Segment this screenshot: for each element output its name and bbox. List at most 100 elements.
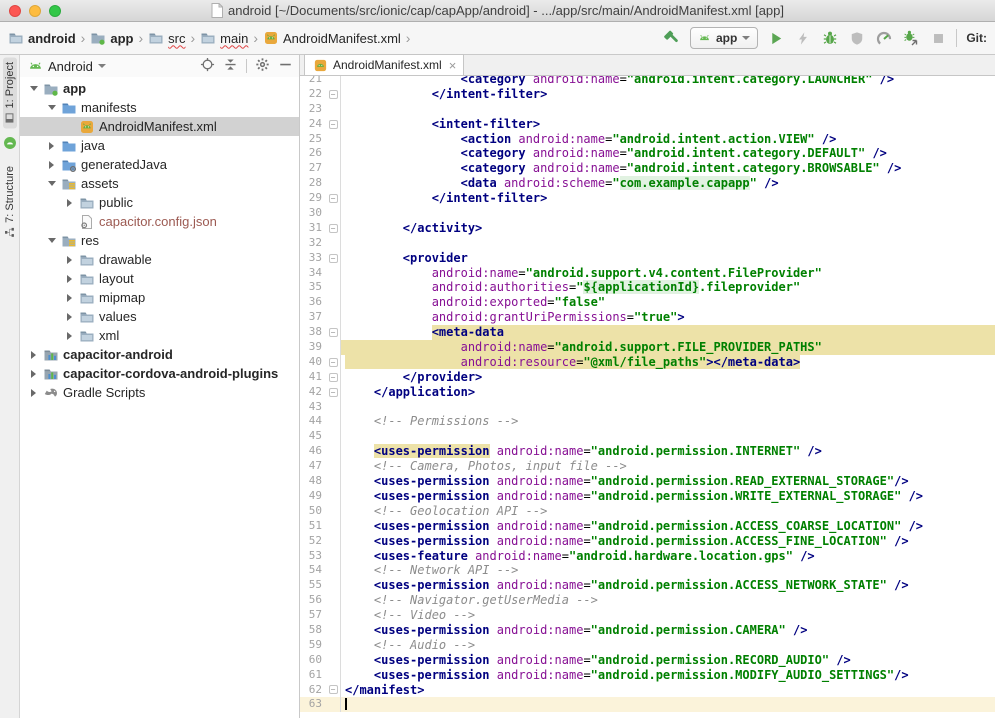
tree-collapsed-arrow-icon[interactable] [64, 199, 75, 207]
tree-item-java[interactable]: java [20, 136, 299, 155]
tree-item-AndroidManifest.xml[interactable]: AndroidManifest.xml [20, 117, 299, 136]
tree-collapsed-arrow-icon[interactable] [64, 313, 75, 321]
code-line-57[interactable]: 57 <!-- Video --> [300, 608, 995, 623]
tree-item-drawable[interactable]: drawable [20, 250, 299, 269]
code-editor[interactable]: 21 <category android:name="android.inten… [300, 76, 995, 718]
fold-marker-icon[interactable]: − [326, 370, 341, 385]
minimize-window-button[interactable] [29, 5, 41, 17]
code-line-24[interactable]: 24− <intent-filter> [300, 117, 995, 132]
fold-marker-icon[interactable]: − [326, 325, 341, 340]
fold-marker-icon[interactable]: − [326, 191, 341, 206]
code-line-51[interactable]: 51 <uses-permission android:name="androi… [300, 519, 995, 534]
code-line-38[interactable]: 38− <meta-data [300, 325, 995, 340]
close-tab-icon[interactable]: × [447, 59, 457, 72]
editor-tab[interactable]: AndroidManifest.xml × [304, 54, 464, 75]
code-line-56[interactable]: 56 <!-- Navigator.getUserMedia --> [300, 593, 995, 608]
code-line-33[interactable]: 33− <provider [300, 251, 995, 266]
code-line-27[interactable]: 27 <category android:name="android.inten… [300, 161, 995, 176]
tree-collapsed-arrow-icon[interactable] [28, 351, 39, 359]
collapse-all-button[interactable] [223, 57, 238, 75]
fold-marker-icon[interactable]: − [326, 117, 341, 132]
code-line-37[interactable]: 37 android:grantUriPermissions="true"> [300, 310, 995, 325]
code-line-46[interactable]: 46 <uses-permission android:name="androi… [300, 444, 995, 459]
gear-icon[interactable] [255, 57, 270, 75]
run-with-coverage-button[interactable] [848, 29, 866, 47]
tree-item-capacitor-cordova-android-plugins[interactable]: capacitor-cordova-android-plugins [20, 364, 299, 383]
tree-collapsed-arrow-icon[interactable] [64, 256, 75, 264]
code-line-26[interactable]: 26 <category android:name="android.inten… [300, 146, 995, 161]
tree-item-manifests[interactable]: manifests [20, 98, 299, 117]
tree-item-Gradle Scripts[interactable]: Gradle Scripts [20, 383, 299, 402]
code-line-32[interactable]: 32 [300, 236, 995, 251]
code-line-35[interactable]: 35 android:authorities="${applicationId}… [300, 280, 995, 295]
tree-item-layout[interactable]: layout [20, 269, 299, 288]
stop-button[interactable] [929, 29, 947, 47]
tree-item-assets[interactable]: assets [20, 174, 299, 193]
run-button[interactable] [767, 29, 785, 47]
debug-button[interactable] [821, 29, 839, 47]
breadcrumb-item-AndroidManifest.xml[interactable]: AndroidManifest.xml [261, 29, 403, 47]
code-line-45[interactable]: 45 [300, 429, 995, 444]
breadcrumb-item-main[interactable]: main [198, 29, 250, 47]
tree-collapsed-arrow-icon[interactable] [28, 389, 39, 397]
close-window-button[interactable] [9, 5, 21, 17]
code-line-58[interactable]: 58 <uses-permission android:name="androi… [300, 623, 995, 638]
code-line-48[interactable]: 48 <uses-permission android:name="androi… [300, 474, 995, 489]
tree-expanded-arrow-icon[interactable] [46, 238, 57, 243]
code-line-47[interactable]: 47 <!-- Camera, Photos, input file --> [300, 459, 995, 474]
fold-marker-icon[interactable]: − [326, 221, 341, 236]
tree-collapsed-arrow-icon[interactable] [28, 370, 39, 378]
tool-window-tab-project[interactable]: 1: Project [3, 57, 17, 128]
tree-item-values[interactable]: values [20, 307, 299, 326]
code-line-34[interactable]: 34 android:name="android.support.v4.cont… [300, 266, 995, 281]
code-line-42[interactable]: 42− </application> [300, 385, 995, 400]
tree-item-app[interactable]: app [20, 79, 299, 98]
profiler-button[interactable] [875, 29, 893, 47]
zoom-window-button[interactable] [49, 5, 61, 17]
code-line-49[interactable]: 49 <uses-permission android:name="androi… [300, 489, 995, 504]
code-line-23[interactable]: 23 [300, 102, 995, 117]
code-line-36[interactable]: 36 android:exported="false" [300, 295, 995, 310]
code-line-40[interactable]: 40− android:resource="@xml/file_paths"><… [300, 355, 995, 370]
tree-item-capacitor-android[interactable]: capacitor-android [20, 345, 299, 364]
run-configuration-select[interactable]: app [690, 27, 758, 49]
tree-item-public[interactable]: public [20, 193, 299, 212]
breadcrumb-item-android[interactable]: android [6, 29, 78, 47]
tree-collapsed-arrow-icon[interactable] [64, 332, 75, 340]
code-line-55[interactable]: 55 <uses-permission android:name="androi… [300, 578, 995, 593]
code-line-54[interactable]: 54 <!-- Network API --> [300, 563, 995, 578]
tree-expanded-arrow-icon[interactable] [46, 181, 57, 186]
code-line-39[interactable]: 39 android:name="android.support.FILE_PR… [300, 340, 995, 355]
fold-marker-icon[interactable]: − [326, 355, 341, 370]
tree-item-generatedJava[interactable]: generatedJava [20, 155, 299, 174]
code-line-22[interactable]: 22− </intent-filter> [300, 87, 995, 102]
code-line-44[interactable]: 44 <!-- Permissions --> [300, 414, 995, 429]
code-line-21[interactable]: 21 <category android:name="android.inten… [300, 76, 995, 87]
code-line-62[interactable]: 62−</manifest> [300, 683, 995, 698]
attach-debugger-button[interactable] [902, 29, 920, 47]
android-avatar-icon[interactable] [3, 134, 17, 155]
locate-file-button[interactable] [200, 57, 215, 75]
code-line-60[interactable]: 60 <uses-permission android:name="androi… [300, 653, 995, 668]
project-view-select[interactable]: Android [48, 59, 93, 74]
tree-collapsed-arrow-icon[interactable] [46, 161, 57, 169]
tree-expanded-arrow-icon[interactable] [28, 86, 39, 91]
code-line-53[interactable]: 53 <uses-feature android:name="android.h… [300, 549, 995, 564]
tree-collapsed-arrow-icon[interactable] [64, 275, 75, 283]
code-line-31[interactable]: 31− </activity> [300, 221, 995, 236]
tree-item-mipmap[interactable]: mipmap [20, 288, 299, 307]
hide-panel-button[interactable] [278, 57, 293, 75]
code-line-28[interactable]: 28 <data android:scheme="com.example.cap… [300, 176, 995, 191]
tree-item-res[interactable]: res [20, 231, 299, 250]
code-line-30[interactable]: 30 [300, 206, 995, 221]
tree-expanded-arrow-icon[interactable] [46, 105, 57, 110]
tree-collapsed-arrow-icon[interactable] [64, 294, 75, 302]
code-line-43[interactable]: 43 [300, 400, 995, 415]
code-line-29[interactable]: 29− </intent-filter> [300, 191, 995, 206]
code-line-50[interactable]: 50 <!-- Geolocation API --> [300, 504, 995, 519]
code-line-41[interactable]: 41− </provider> [300, 370, 995, 385]
tree-collapsed-arrow-icon[interactable] [46, 142, 57, 150]
code-line-52[interactable]: 52 <uses-permission android:name="androi… [300, 534, 995, 549]
fold-marker-icon[interactable]: − [326, 251, 341, 266]
fold-marker-icon[interactable]: − [326, 385, 341, 400]
